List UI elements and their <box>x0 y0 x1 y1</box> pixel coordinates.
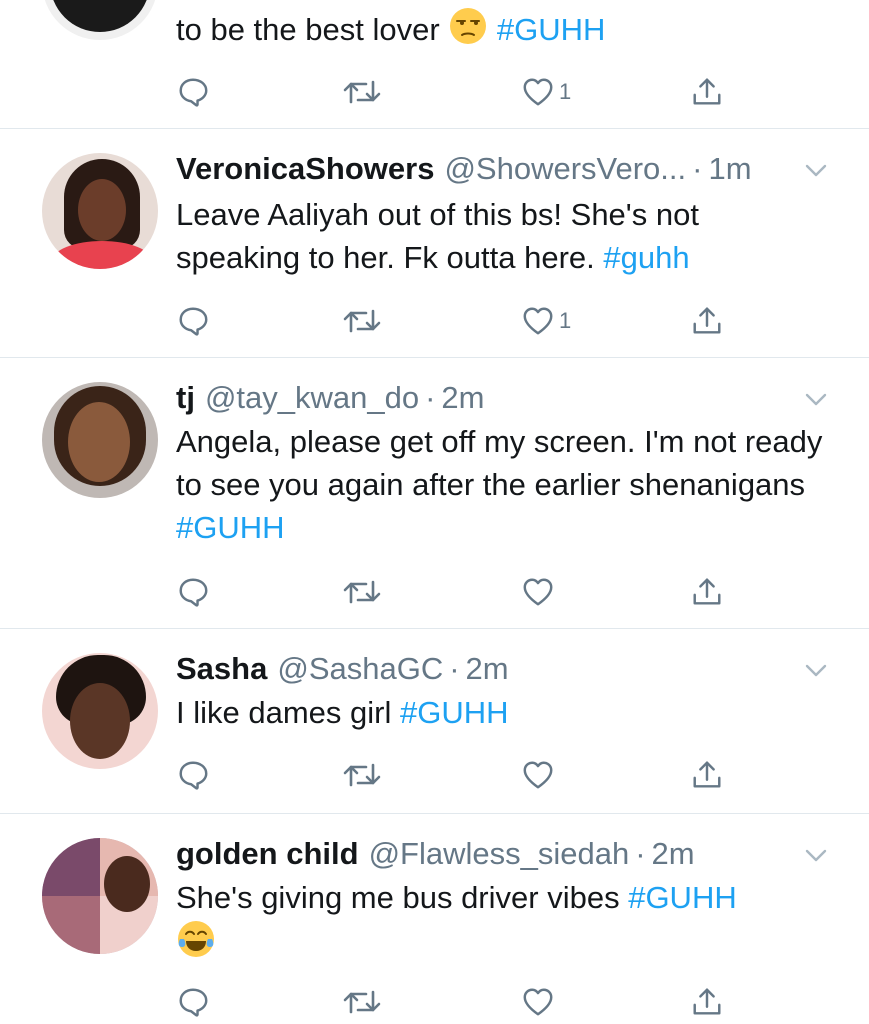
reply-icon <box>176 758 210 792</box>
separator-dot: · <box>692 151 703 186</box>
reply-button[interactable] <box>176 757 210 793</box>
display-name[interactable]: VeronicaShowers <box>176 151 434 187</box>
tweet[interactable]: golden child @Flawless_siedah · 2m She's… <box>0 814 869 1024</box>
retweet-button[interactable] <box>342 574 382 610</box>
share-button[interactable] <box>690 757 724 793</box>
tweet-text: Angela, please get off my screen. I'm no… <box>176 420 829 549</box>
retweet-button[interactable] <box>342 757 382 793</box>
timestamp[interactable]: 2m <box>652 836 695 872</box>
reply-icon <box>176 304 210 338</box>
retweet-icon <box>342 74 382 110</box>
chevron-down-icon[interactable] <box>803 386 829 412</box>
reply-button[interactable] <box>176 74 210 110</box>
user-handle[interactable]: @tay_kwan_do <box>205 380 419 416</box>
tweet-actions <box>176 984 736 1020</box>
display-name[interactable]: Sasha <box>176 651 267 687</box>
tweet-header: VeronicaShowers @ShowersVero... · 1m <box>176 149 839 189</box>
tweet-text: I like dames girl #GUHH <box>176 691 829 734</box>
reply-button[interactable] <box>176 574 210 610</box>
hashtag-link[interactable]: #GUHH <box>628 880 737 915</box>
tweet-header: golden child @Flawless_siedah · 2m <box>176 834 839 874</box>
retweet-button[interactable] <box>342 74 382 110</box>
share-icon <box>690 985 724 1019</box>
like-button[interactable]: 1 <box>521 74 571 110</box>
like-button[interactable] <box>521 757 559 793</box>
retweet-button[interactable] <box>342 303 382 339</box>
share-button[interactable] <box>690 74 724 110</box>
tweet-text: Leave Aaliyah out of this bs! She's not … <box>176 193 829 279</box>
tweet[interactable]: VeronicaShowers @ShowersVero... · 1m Lea… <box>0 129 869 358</box>
hashtag-link[interactable]: #guhh <box>603 240 689 275</box>
retweet-icon <box>342 757 382 793</box>
tweet-actions: 1 <box>176 303 736 339</box>
tweet-text: to be the best lover #GUHH <box>176 6 829 57</box>
tweet-body: She's giving me bus driver vibes <box>176 880 620 915</box>
reply-button[interactable] <box>176 303 210 339</box>
reply-button[interactable] <box>176 984 210 1020</box>
tweet-header: tj @tay_kwan_do · 2m <box>176 378 839 418</box>
heart-icon <box>521 304 555 338</box>
tweet[interactable]: tj @tay_kwan_do · 2m Angela, please get … <box>0 358 869 629</box>
timestamp[interactable]: 2m <box>466 651 509 687</box>
tweet[interactable]: Sasha @SashaGC · 2m I like dames girl #G… <box>0 629 869 814</box>
like-button[interactable] <box>521 574 559 610</box>
separator-dot: · <box>635 836 646 871</box>
heart-icon <box>521 75 555 109</box>
retweet-icon <box>342 303 382 339</box>
hashtag-link[interactable]: #GUHH <box>400 695 509 730</box>
tweet-body: Angela, please get off my screen. I'm no… <box>176 424 823 502</box>
tweet-actions <box>176 757 736 793</box>
chevron-down-icon[interactable] <box>803 657 829 683</box>
timestamp[interactable]: 1m <box>708 151 751 187</box>
tweet-body: I like dames girl <box>176 695 392 730</box>
heart-icon <box>521 758 555 792</box>
share-icon <box>690 304 724 338</box>
share-icon <box>690 75 724 109</box>
user-handle[interactable]: @ShowersVero... <box>444 151 686 187</box>
share-icon <box>690 575 724 609</box>
avatar[interactable] <box>42 0 158 40</box>
user-handle[interactable]: @SashaGC <box>277 651 443 687</box>
display-name[interactable]: golden child <box>176 836 359 872</box>
heart-icon <box>521 575 555 609</box>
separator-dot: · <box>425 380 436 415</box>
share-button[interactable] <box>690 574 724 610</box>
share-icon <box>690 758 724 792</box>
tweet-actions <box>176 574 736 610</box>
like-button[interactable] <box>521 984 559 1020</box>
face-with-tears-of-joy-icon <box>176 919 216 970</box>
like-button[interactable]: 1 <box>521 303 571 339</box>
tweet-header: Sasha @SashaGC · 2m <box>176 649 839 689</box>
share-button[interactable] <box>690 984 724 1020</box>
timestamp[interactable]: 2m <box>441 380 484 416</box>
hashtag-link[interactable]: #GUHH <box>176 510 285 545</box>
chevron-down-icon[interactable] <box>803 157 829 183</box>
heart-icon <box>521 985 555 1019</box>
user-handle[interactable]: @Flawless_siedah <box>369 836 630 872</box>
separator-dot: · <box>449 651 460 686</box>
unamused-face-icon <box>448 6 488 57</box>
avatar[interactable] <box>42 153 158 269</box>
avatar[interactable] <box>42 382 158 498</box>
display-name[interactable]: tj <box>176 380 195 416</box>
hashtag-link[interactable]: #GUHH <box>497 12 606 47</box>
tweet[interactable]: to be the best lover #GUHH 1 <box>0 0 869 129</box>
chevron-down-icon[interactable] <box>803 842 829 868</box>
like-count: 1 <box>559 308 572 333</box>
retweet-button[interactable] <box>342 984 382 1020</box>
retweet-icon <box>342 984 382 1020</box>
avatar[interactable] <box>42 653 158 769</box>
retweet-icon <box>342 574 382 610</box>
share-button[interactable] <box>690 303 724 339</box>
like-count: 1 <box>559 79 572 104</box>
reply-icon <box>176 75 210 109</box>
reply-icon <box>176 575 210 609</box>
tweet-body: to be the best lover <box>176 12 440 47</box>
reply-icon <box>176 985 210 1019</box>
tweet-text: She's giving me bus driver vibes #GUHH <box>176 876 829 970</box>
avatar[interactable] <box>42 838 158 954</box>
tweet-actions: 1 <box>176 74 736 110</box>
